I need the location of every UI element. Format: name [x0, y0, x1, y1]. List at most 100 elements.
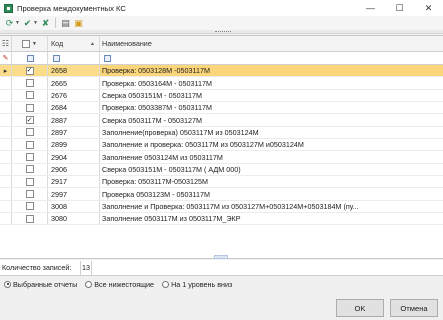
- filter-check[interactable]: [12, 52, 48, 64]
- radio-dot[interactable]: [162, 280, 170, 288]
- row-indicator: [0, 200, 12, 213]
- filter-icon[interactable]: [53, 54, 60, 62]
- row-check-cell[interactable]: ✓: [12, 65, 48, 77]
- cell-code: 2887: [48, 114, 100, 126]
- cell-code: 2665: [48, 77, 100, 89]
- row-check-cell[interactable]: ✓: [12, 114, 48, 126]
- cell-name: Заполнение 0503124М из 0503117М: [102, 152, 223, 162]
- filter-icon[interactable]: [27, 54, 34, 62]
- cell-name: Заполнение и проверка: 0503117М из 05031…: [102, 140, 304, 150]
- record-count-bar: Количество записей: 13: [0, 260, 443, 276]
- table-row[interactable]: 2917 Проверка: 0503117М-0503125М: [0, 176, 443, 189]
- grid-body: ▸ ✓ 2658 Проверка: 0503128М -0503117М 2665 Пр…: [0, 65, 443, 226]
- row-indicator: [0, 77, 12, 89]
- row-check-cell[interactable]: [12, 163, 48, 176]
- row-check-cell[interactable]: [12, 77, 48, 89]
- check-all-icon[interactable]: ✔: [22, 18, 33, 29]
- row-check-cell[interactable]: [12, 188, 48, 200]
- row-checkbox[interactable]: [25, 79, 34, 88]
- table-row[interactable]: 3080 Заполнение 0503117М из 0503117М_ЭКР: [0, 213, 443, 226]
- check-dropdown-icon[interactable]: ▼: [33, 20, 38, 26]
- row-checkbox[interactable]: [25, 91, 34, 100]
- cell-code: 2899: [48, 139, 100, 151]
- row-checkbox[interactable]: [25, 190, 34, 199]
- row-checkbox[interactable]: [25, 214, 34, 223]
- minimize-button[interactable]: —: [356, 0, 385, 16]
- cell-code: 2917: [48, 176, 100, 188]
- table-row[interactable]: 2904 Заполнение 0503124М из 0503117М: [0, 151, 443, 164]
- filter-row: ✎: [0, 52, 443, 65]
- cell-code: 2906: [48, 163, 100, 176]
- header-checkbox[interactable]: [22, 39, 31, 48]
- uncheck-icon[interactable]: ✘: [40, 18, 51, 29]
- row-check-cell[interactable]: [12, 102, 48, 114]
- export-icon[interactable]: ▣: [73, 18, 84, 29]
- row-indicator: [0, 151, 12, 163]
- splitter-grip[interactable]: [215, 31, 231, 33]
- row-checkbox[interactable]: ✓: [25, 116, 34, 125]
- print-icon[interactable]: ▤: [60, 18, 71, 29]
- column-header-name[interactable]: Наименование: [100, 36, 443, 51]
- filter-icon[interactable]: [104, 54, 111, 62]
- cell-code: 2997: [48, 188, 100, 200]
- row-checkbox[interactable]: [25, 177, 34, 186]
- radio-dot[interactable]: [85, 280, 93, 288]
- row-check-cell[interactable]: [12, 89, 48, 102]
- row-checkbox[interactable]: [25, 165, 34, 174]
- radio-all-subordinate[interactable]: Все нижестоящие: [85, 280, 154, 289]
- table-row[interactable]: 2676 Сверка 0503151М - 0503117М: [0, 89, 443, 103]
- table-row[interactable]: 2997 Проверка 0503123М - 0503117М: [0, 188, 443, 201]
- top-splitter[interactable]: [0, 30, 443, 34]
- column-header-code[interactable]: Код ▲: [48, 36, 100, 51]
- cell-code: 2658: [48, 65, 100, 77]
- pin-icon: ✎: [0, 52, 12, 64]
- table-row[interactable]: 2897 Заполнение(проверка) 0503117М из 050…: [0, 126, 443, 140]
- ok-button[interactable]: OK: [336, 299, 384, 317]
- cell-name: Проверка: 0503387М - 0503117М: [102, 103, 212, 113]
- refresh-dropdown-icon[interactable]: ▼: [15, 20, 20, 26]
- row-check-cell[interactable]: [12, 213, 48, 225]
- chevron-down-icon[interactable]: ▼: [32, 41, 37, 47]
- table-row[interactable]: 2684 Проверка: 0503387М - 0503117М: [0, 102, 443, 115]
- cell-name: Заполнение 0503117М из 0503117М_ЭКР: [102, 214, 241, 224]
- cell-name: Проверка: 0503128М -0503117М: [100, 65, 443, 77]
- bottom-splitter-grip[interactable]: [214, 255, 228, 259]
- row-check-cell[interactable]: [12, 126, 48, 139]
- row-check-cell[interactable]: [12, 200, 48, 213]
- row-indicator: [0, 126, 12, 139]
- toolbar: ⟳ ▼ ✔ ▼ ✘ ▤ ▣: [0, 16, 443, 30]
- check-all-header[interactable]: ▼: [12, 36, 48, 51]
- table-row[interactable]: 2665 Проверка: 0503164М - 0503117М: [0, 77, 443, 90]
- row-indicator: [0, 176, 12, 188]
- table-row[interactable]: ▸ ✓ 2658 Проверка: 0503128М -0503117М: [0, 65, 443, 78]
- row-checkbox[interactable]: [25, 103, 34, 112]
- column-chooser-icon[interactable]: ☷: [0, 36, 12, 51]
- filter-code[interactable]: [48, 52, 100, 64]
- row-check-cell[interactable]: [12, 176, 48, 188]
- row-indicator: [0, 102, 12, 114]
- radio-one-level-down[interactable]: На 1 уровень вниз: [162, 280, 232, 289]
- radio-selected-reports[interactable]: Выбранные отчеты: [4, 280, 77, 289]
- refresh-icon[interactable]: ⟳: [4, 18, 15, 29]
- table-row[interactable]: ✓ 2887 Сверка 0503117М - 0503127М: [0, 114, 443, 127]
- table-row[interactable]: 2899 Заполнение и проверка: 0503117М из 0…: [0, 139, 443, 152]
- row-checkbox[interactable]: [25, 140, 34, 149]
- table-row[interactable]: 2906 Сверка 0503151М - 0503117М ( АДМ 000…: [0, 163, 443, 177]
- close-button[interactable]: ✕: [414, 0, 443, 16]
- row-check-cell[interactable]: [12, 151, 48, 163]
- row-checkbox[interactable]: [25, 128, 34, 137]
- cell-name: Проверка: 0503117М-0503125М: [102, 177, 208, 187]
- radio-dot[interactable]: [4, 280, 11, 288]
- row-checkbox[interactable]: [25, 153, 34, 162]
- filter-name[interactable]: [100, 52, 443, 64]
- cell-name: Сверка 0503117М - 0503127М: [102, 115, 203, 125]
- maximize-button[interactable]: ☐: [385, 0, 414, 16]
- cell-code: 3080: [48, 213, 100, 225]
- row-checkbox[interactable]: ✓: [25, 66, 34, 75]
- cancel-button[interactable]: Отмена: [390, 299, 438, 317]
- row-checkbox[interactable]: [25, 202, 34, 211]
- table-row[interactable]: 3008 Заполнение и Проверка: 0503117М из 0…: [0, 200, 443, 214]
- row-indicator: [0, 163, 12, 176]
- cell-code: 2684: [48, 102, 100, 114]
- row-check-cell[interactable]: [12, 139, 48, 151]
